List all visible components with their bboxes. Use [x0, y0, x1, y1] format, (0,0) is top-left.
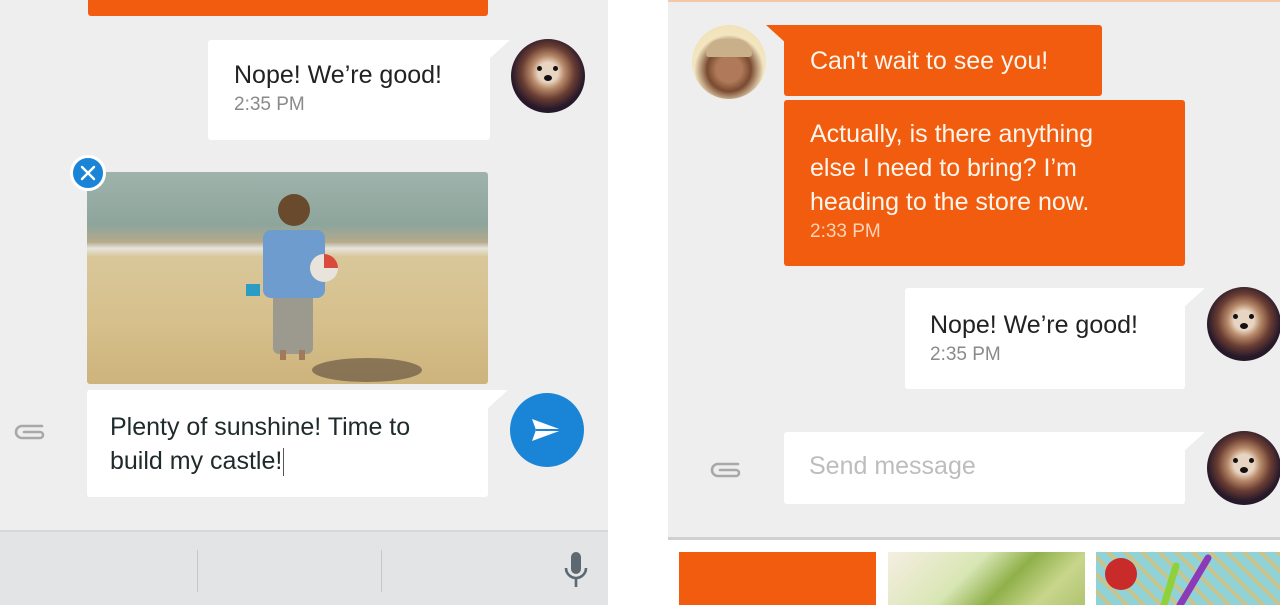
send-message-input[interactable]: Send message — [784, 432, 1185, 504]
composer-placeholder: Send message — [809, 452, 976, 480]
man-avatar[interactable] — [692, 25, 766, 99]
composer-line-2: build my castle! — [110, 447, 283, 475]
message-line: heading to the store now. — [810, 188, 1090, 216]
send-icon — [532, 419, 562, 441]
fruit-illustration — [1105, 554, 1212, 605]
suggestion-divider — [197, 550, 198, 592]
message-text: Nope! We’re good! — [234, 61, 442, 89]
incoming-message-bubble[interactable]: Actually, is there anything else I need … — [784, 100, 1185, 266]
incoming-message-bubble[interactable]: Can't wait to see you! — [784, 25, 1102, 96]
right-phone-screen: Can't wait to see you! Actually, is ther… — [668, 0, 1280, 605]
suggestion-divider — [381, 550, 382, 592]
message-time: 2:35 PM — [930, 344, 1001, 365]
close-icon — [80, 165, 96, 181]
composer-tail — [1183, 432, 1205, 452]
top-orange-edge — [668, 0, 1280, 2]
message-composer-input[interactable]: Plenty of sunshine! Time to build my cas… — [87, 390, 488, 497]
message-text: Nope! We’re good! — [930, 311, 1138, 339]
composer-tail — [486, 390, 508, 410]
fruit-and-spoons-photo[interactable] — [1096, 552, 1280, 605]
bubble-tail — [1183, 288, 1205, 308]
microphone-icon — [564, 552, 588, 587]
message-time: 2:35 PM — [234, 94, 305, 115]
text-caret — [283, 448, 285, 477]
dog-avatar[interactable] — [1207, 287, 1280, 361]
left-phone-screen: Nope! We’re good! 2:35 PM Plenty of suns… — [0, 0, 608, 605]
paperclip-icon — [14, 424, 45, 440]
previous-incoming-bubble — [88, 0, 488, 16]
outgoing-message-bubble[interactable]: Nope! We’re good! 2:35 PM — [905, 288, 1185, 389]
paperclip-icon — [710, 462, 741, 478]
keyboard-suggestion-bar — [0, 530, 608, 605]
orange-color-tile[interactable] — [679, 552, 876, 605]
message-text: Can't wait to see you! — [810, 47, 1049, 75]
beach-photo-attachment — [87, 172, 488, 384]
attach-button[interactable] — [10, 418, 50, 444]
remove-attachment-button[interactable] — [70, 155, 106, 191]
message-time: 2:33 PM — [810, 221, 881, 242]
bubble-tail — [488, 40, 510, 60]
message-line: else I need to bring? I’m — [810, 154, 1077, 182]
outgoing-message-bubble[interactable]: Nope! We’re good! 2:35 PM — [208, 40, 490, 140]
dog-avatar[interactable] — [1207, 431, 1280, 505]
beach-person-illustration — [246, 194, 422, 382]
voice-input-button[interactable] — [558, 548, 594, 592]
send-button[interactable] — [510, 393, 584, 467]
dog-avatar[interactable] — [511, 39, 585, 113]
grapes-photo[interactable] — [888, 552, 1085, 605]
attach-button[interactable] — [706, 456, 746, 482]
composer-line-1: Plenty of sunshine! Time to — [110, 413, 411, 441]
message-line: Actually, is there anything — [810, 120, 1094, 148]
